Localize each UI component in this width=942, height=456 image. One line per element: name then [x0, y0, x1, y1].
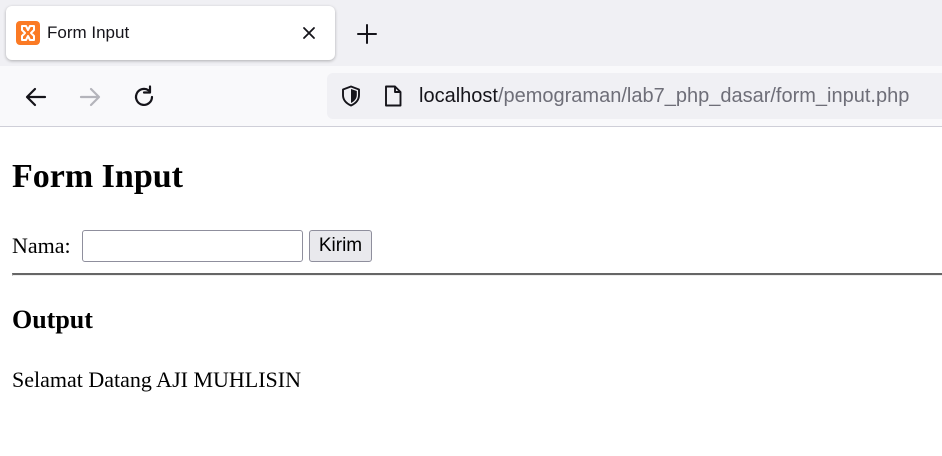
kirim-button[interactable]: Kirim	[309, 230, 372, 262]
shield-icon[interactable]	[339, 84, 363, 108]
close-icon[interactable]	[297, 21, 321, 45]
tab-strip: Form Input	[0, 0, 942, 66]
welcome-message: Selamat Datang AJI MUHLISIN	[12, 367, 302, 392]
divider	[12, 273, 942, 276]
page-title: Form Input	[12, 158, 183, 195]
page-icon[interactable]	[381, 84, 405, 108]
tab-title: Form Input	[47, 23, 130, 42]
reload-icon[interactable]	[128, 81, 160, 113]
navigation-bar: localhost/pemograman/lab7_php_dasar/form…	[0, 66, 942, 127]
address-bar[interactable]: localhost/pemograman/lab7_php_dasar/form…	[327, 73, 942, 119]
browser-tab[interactable]: Form Input	[6, 6, 335, 60]
url-host: localhost	[419, 85, 498, 107]
url-path: /pemograman/lab7_php_dasar/form_input.ph…	[497, 85, 910, 107]
url-text[interactable]: localhost/pemograman/lab7_php_dasar/form…	[419, 83, 909, 109]
page-content: Form Input Nama: Kirim Output Selamat Da…	[0, 127, 942, 456]
output-heading: Output	[12, 305, 93, 334]
nama-label: Nama:	[12, 233, 71, 258]
back-arrow-icon[interactable]	[20, 81, 52, 113]
nama-input[interactable]	[82, 230, 303, 262]
forward-arrow-icon[interactable]	[74, 81, 106, 113]
xampp-icon	[16, 21, 40, 45]
plus-icon[interactable]	[352, 19, 382, 49]
